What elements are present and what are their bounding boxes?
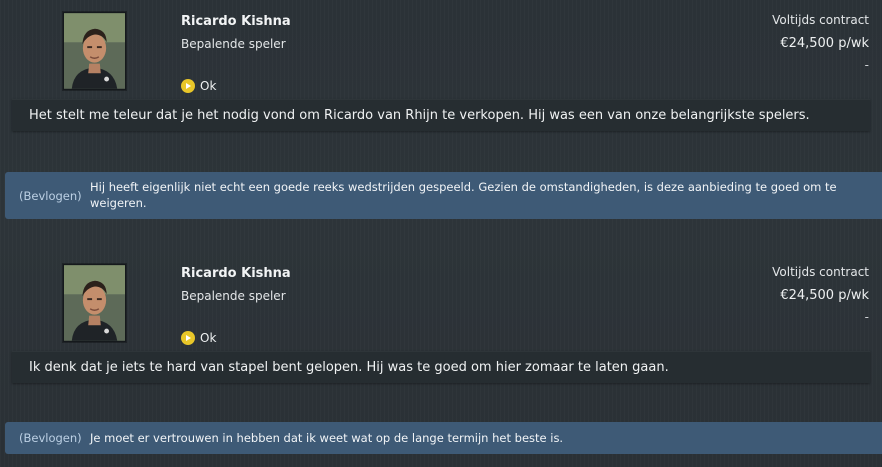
player-role: Bepalende speler (181, 289, 286, 303)
player-statement: Het stelt me teleur dat je het nodig von… (12, 99, 870, 131)
mood-label: Ok (200, 331, 217, 345)
happy-mood-icon (181, 79, 195, 93)
contract-extra: - (864, 58, 869, 72)
manager-reply-bubble: (Bevlogen) Je moet er vertrouwen in hebb… (5, 422, 882, 454)
player-statement: Ik denk dat je iets te hard van stapel b… (12, 351, 870, 383)
reply-tone-tag: (Bevlogen) (19, 189, 82, 203)
conversation-entry-2: Ricardo Kishna Bepalende speler Ok Volti… (0, 252, 882, 454)
conversation-entry-1: Ricardo Kishna Bepalende speler Ok Volti… (0, 0, 882, 219)
happy-mood-icon (181, 331, 195, 345)
reply-tone-tag: (Bevlogen) (19, 431, 82, 445)
player-name[interactable]: Ricardo Kishna (181, 266, 291, 281)
manager-reply-bubble: (Bevlogen) Hij heeft eigenlijk niet echt… (5, 172, 882, 219)
reply-text: Je moet er vertrouwen in hebben dat ik w… (90, 431, 564, 445)
player-wage: €24,500 p/wk (780, 288, 869, 303)
player-portrait-icon (64, 265, 125, 341)
player-name[interactable]: Ricardo Kishna (181, 14, 291, 29)
player-photo[interactable] (63, 12, 126, 90)
player-wage: €24,500 p/wk (780, 36, 869, 51)
contract-type: Voltijds contract (772, 265, 869, 279)
player-role: Bepalende speler (181, 37, 286, 51)
player-card: Ricardo Kishna Bepalende speler Ok Volti… (0, 252, 882, 350)
contract-type: Voltijds contract (772, 13, 869, 27)
reply-text: Hij heeft eigenlijk niet echt een goede … (90, 180, 837, 210)
player-mood: Ok (181, 79, 216, 93)
contract-extra: - (864, 310, 869, 324)
player-photo[interactable] (63, 264, 126, 342)
player-portrait-icon (64, 13, 125, 89)
player-mood: Ok (181, 331, 216, 345)
player-card: Ricardo Kishna Bepalende speler Ok Volti… (0, 0, 882, 98)
mood-label: Ok (200, 79, 217, 93)
